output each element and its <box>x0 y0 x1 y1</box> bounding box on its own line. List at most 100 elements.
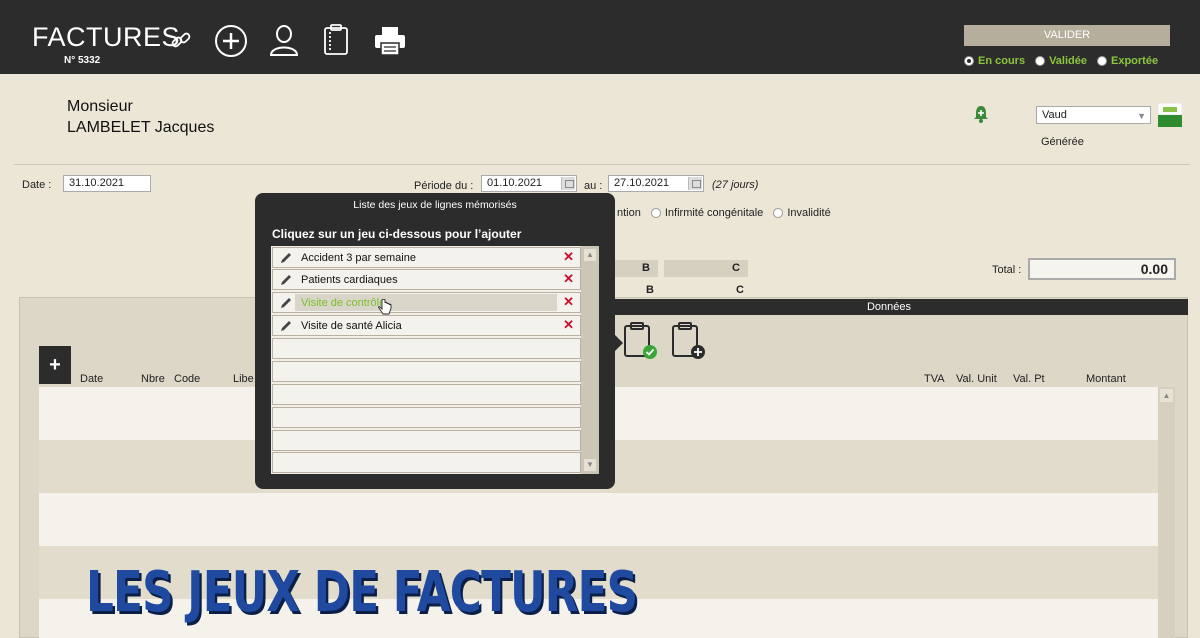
scroll-down-icon[interactable]: ▼ <box>584 459 596 471</box>
list-item-label: Accident 3 par semaine <box>301 252 416 264</box>
link-icon[interactable] <box>170 29 192 54</box>
status-label: Exportée <box>1111 55 1159 67</box>
list-item-label: Patients cardiaques <box>301 274 398 286</box>
period-to-label: au : <box>584 180 603 192</box>
column-val-unit: Val. Unit <box>956 373 997 385</box>
pencil-icon[interactable] <box>279 273 293 290</box>
divider <box>14 164 1190 165</box>
period-from-label: Période du : <box>414 180 474 192</box>
list-item-empty[interactable] <box>272 361 581 382</box>
radio-icon <box>650 208 661 218</box>
canton-flag-icon <box>1157 102 1183 127</box>
list-item-empty[interactable] <box>272 452 581 473</box>
radio-icon <box>1035 56 1046 66</box>
list-item-empty[interactable] <box>272 407 581 428</box>
invoice-state: Générée <box>1041 136 1084 148</box>
total-field: 0.00 <box>1028 258 1176 280</box>
add-circle-icon[interactable] <box>214 24 248 61</box>
radio-icon <box>1097 56 1107 66</box>
radio-icon <box>773 208 784 218</box>
popup-instruction: Cliquez sur un jeu ci-dessous pour l’ajo… <box>272 227 522 241</box>
validate-button[interactable]: VALIDER <box>964 25 1170 46</box>
clipboard-check-icon[interactable] <box>622 321 660 364</box>
pencil-icon[interactable] <box>279 296 293 313</box>
calendar-icon[interactable] <box>688 177 702 190</box>
data-section-title: Données <box>590 299 1188 315</box>
delete-icon[interactable]: ✕ <box>563 318 574 332</box>
column-montant: Montant <box>1086 373 1126 385</box>
list-item-empty[interactable] <box>272 338 581 359</box>
status-radio-group: En cours Validée Exportée <box>964 55 1158 67</box>
list-item-label: Visite de contrôle <box>301 297 386 309</box>
law-radio-group: ntion Infirmité congénitale Invalidité <box>617 207 831 219</box>
law-radio-invalidite[interactable]: Invalidité <box>773 207 831 219</box>
add-line-button[interactable]: + <box>39 346 71 384</box>
scroll-up-icon[interactable]: ▲ <box>1160 389 1173 402</box>
cell-c-sub: C <box>736 284 744 296</box>
law-label: Invalidité <box>787 207 831 219</box>
bell-plus-icon[interactable] <box>971 104 991 127</box>
popup-title: Liste des jeux de lignes mémorisés <box>353 199 517 211</box>
list-item-empty[interactable] <box>272 430 581 451</box>
date-field[interactable]: 31.10.2021 <box>63 175 151 192</box>
period-to-value: 27.10.2021 <box>614 177 670 189</box>
column-tva: TVA <box>924 373 945 385</box>
column-nbre: Nbre <box>141 373 165 385</box>
scroll-up-icon[interactable]: ▲ <box>584 249 596 261</box>
cell-b: B <box>612 260 658 277</box>
line-set-list: Accident 3 par semaine ✕ Patients cardia… <box>271 246 599 474</box>
column-val-pt: Val. Pt <box>1013 373 1045 385</box>
clipboard-icon[interactable] <box>322 24 350 59</box>
popup-pointer <box>615 335 623 351</box>
status-radio-exportee[interactable]: Exportée <box>1097 55 1158 67</box>
app-header: FACTURES N° 5332 VALIDER En cours Validé… <box>0 0 1200 74</box>
period-to-field[interactable]: 27.10.2021 <box>608 175 704 192</box>
total-label: Total : <box>992 264 1022 276</box>
list-item-empty[interactable] <box>272 384 581 405</box>
status-radio-en-cours[interactable]: En cours <box>964 55 1025 67</box>
table-row[interactable] <box>39 493 1158 546</box>
patient-civility: Monsieur <box>67 98 133 115</box>
pencil-icon[interactable] <box>279 319 293 336</box>
law-label: Infirmité congénitale <box>664 207 764 219</box>
status-label: Validée <box>1049 55 1087 67</box>
status-label: En cours <box>978 55 1026 67</box>
column-date: Date <box>80 373 104 385</box>
list-item-highlighted[interactable]: Visite de contrôle ✕ <box>272 292 581 313</box>
column-libelle: Libe <box>233 373 254 385</box>
column-code: Code <box>174 373 201 385</box>
status-radio-validee[interactable]: Validée <box>1035 55 1087 67</box>
delete-icon[interactable]: ✕ <box>563 295 574 309</box>
chevron-down-icon: ▼ <box>1137 111 1146 121</box>
period-from-value: 01.10.2021 <box>487 177 543 189</box>
cell-b-sub: B <box>646 284 654 296</box>
hand-cursor-icon <box>378 298 392 320</box>
app-title: FACTURES <box>32 22 181 52</box>
list-item[interactable]: Accident 3 par semaine ✕ <box>272 247 581 268</box>
canton-value: Vaud <box>1042 109 1067 121</box>
print-icon[interactable] <box>374 26 406 59</box>
list-item-label: Visite de santé Alicia <box>301 320 402 332</box>
invoice-number: N° 5332 <box>64 55 101 66</box>
list-item[interactable]: Visite de santé Alicia ✕ <box>272 315 581 336</box>
delete-icon[interactable]: ✕ <box>563 250 574 264</box>
patient-name: LAMBELET Jacques <box>67 119 215 136</box>
law-partial-label: ntion <box>617 207 641 219</box>
saved-line-sets-popup: Liste des jeux de lignes mémorisés Cliqu… <box>255 193 615 489</box>
user-icon[interactable] <box>268 23 300 60</box>
delete-icon[interactable]: ✕ <box>563 272 574 286</box>
clipboard-add-icon[interactable] <box>670 321 708 364</box>
pencil-icon[interactable] <box>279 251 293 268</box>
law-radio-infirmite[interactable]: Infirmité congénitale <box>650 207 764 219</box>
period-days: (27 jours) <box>712 179 759 191</box>
period-from-field[interactable]: 01.10.2021 <box>481 175 577 192</box>
list-scrollbar[interactable]: ▲ ▼ <box>581 246 599 474</box>
video-banner-title: LES JEUX DE FACTURES <box>86 560 638 625</box>
grid-scrollbar[interactable]: ▲ <box>1158 387 1175 638</box>
cell-c: C <box>664 260 748 277</box>
canton-select[interactable]: Vaud ▼ <box>1036 106 1151 124</box>
radio-selected-icon <box>964 56 974 66</box>
list-item[interactable]: Patients cardiaques ✕ <box>272 269 581 290</box>
calendar-icon[interactable] <box>561 177 575 190</box>
date-label: Date : <box>22 179 52 191</box>
